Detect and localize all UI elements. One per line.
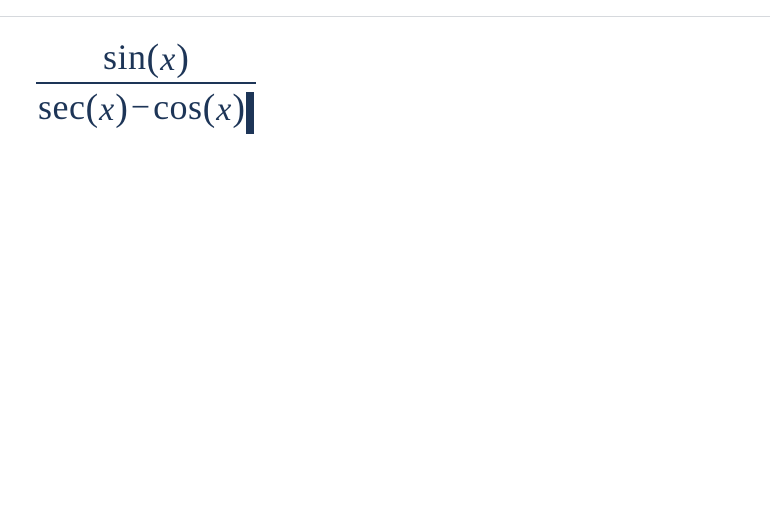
close-paren: ) <box>176 37 189 79</box>
fn-cos: cos <box>153 87 203 127</box>
fraction: sin(x) sec(x)−cos(x) <box>36 38 256 136</box>
open-paren: ( <box>147 37 160 79</box>
open-paren: ( <box>85 87 98 129</box>
variable-x: x <box>215 91 232 128</box>
variable-x: x <box>159 41 176 78</box>
fn-sec: sec <box>38 87 85 127</box>
math-input-area[interactable]: sin(x) sec(x)−cos(x) <box>36 38 734 469</box>
close-paren: ) <box>115 87 128 129</box>
top-divider <box>0 16 770 17</box>
numerator: sin(x) <box>36 38 256 82</box>
variable-x: x <box>98 91 115 128</box>
close-paren: ) <box>232 87 245 129</box>
minus-operator: − <box>128 89 153 126</box>
denominator: sec(x)−cos(x) <box>36 82 256 136</box>
text-cursor <box>246 92 254 134</box>
fn-sin: sin <box>103 37 147 77</box>
open-paren: ( <box>203 87 216 129</box>
